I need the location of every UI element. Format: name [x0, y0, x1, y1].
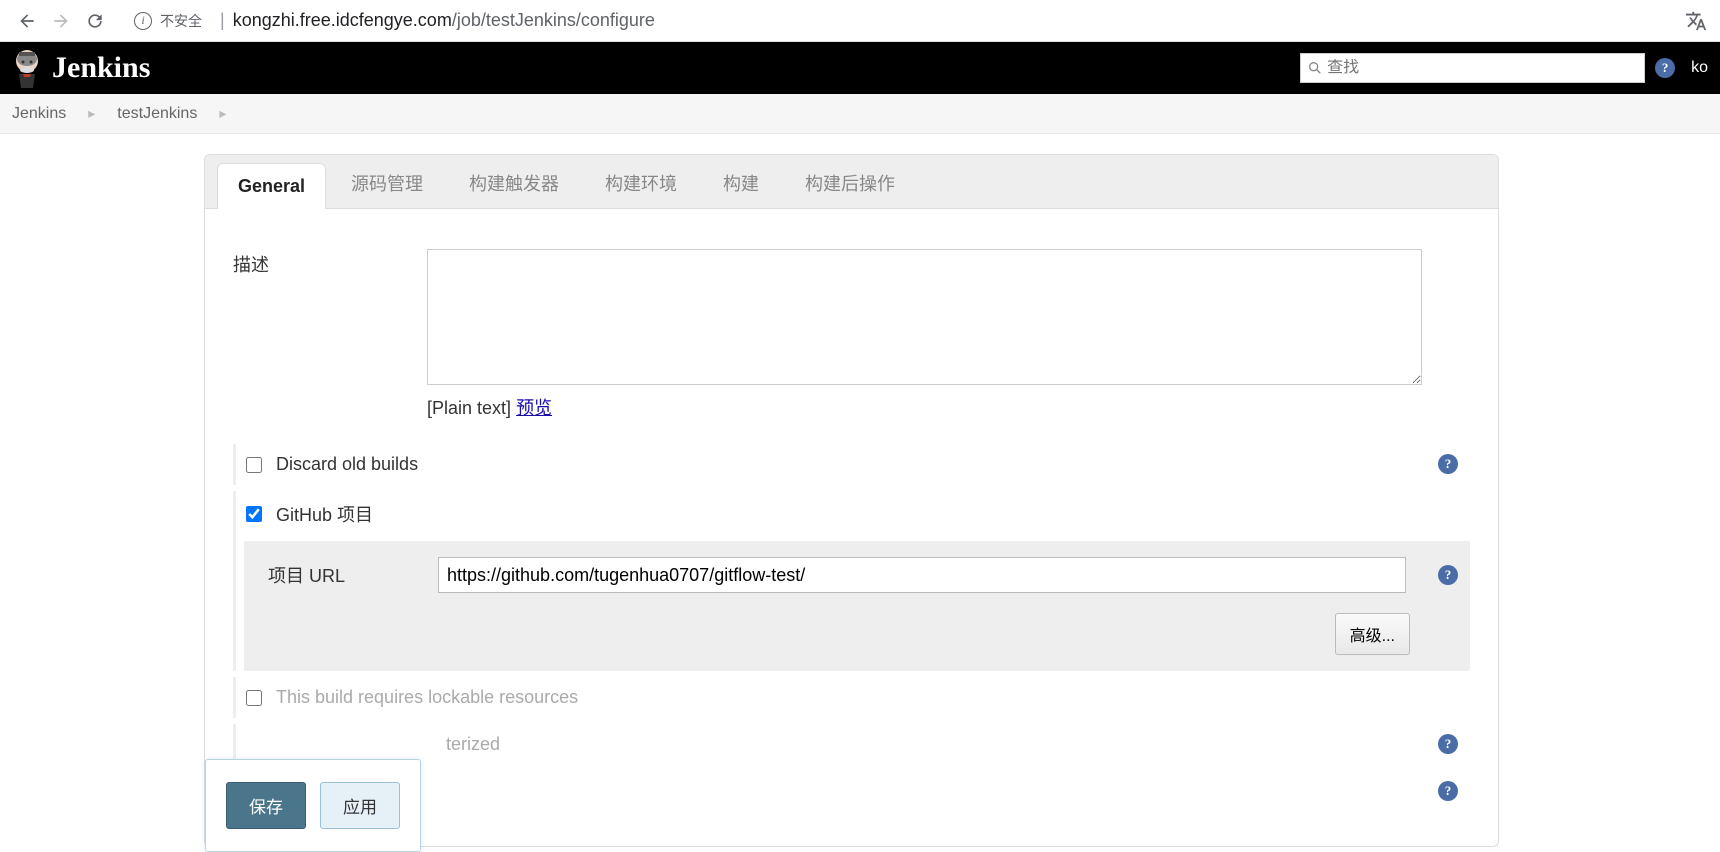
url-text: kongzhi.free.idcfengye.com/job/testJenki… — [233, 10, 655, 31]
help-icon[interactable]: ? — [1438, 734, 1458, 754]
tab-scm[interactable]: 源码管理 — [330, 157, 444, 208]
tab-triggers[interactable]: 构建触发器 — [448, 157, 580, 208]
info-icon: i — [134, 12, 152, 30]
search-icon — [1307, 60, 1323, 76]
forward-button[interactable] — [44, 4, 78, 38]
help-icon[interactable]: ? — [1655, 58, 1675, 78]
github-project-label: GitHub 项目 — [276, 501, 373, 527]
advanced-button[interactable]: 高级... — [1335, 613, 1410, 655]
help-icon[interactable]: ? — [1438, 781, 1458, 801]
apply-button[interactable]: 应用 — [320, 782, 400, 829]
breadcrumb-item-job[interactable]: testJenkins — [117, 105, 197, 123]
browser-toolbar: i 不安全 | kongzhi.free.idcfengye.com/job/t… — [0, 0, 1720, 42]
discard-old-builds-checkbox[interactable] — [246, 457, 262, 473]
tab-build-env[interactable]: 构建环境 — [584, 157, 698, 208]
insecure-label: 不安全 — [160, 11, 202, 31]
help-icon[interactable]: ? — [1438, 454, 1458, 474]
user-name[interactable]: ko — [1691, 59, 1708, 77]
lockable-resources-label: This build requires lockable resources — [276, 687, 578, 708]
description-textarea[interactable] — [427, 249, 1422, 385]
lockable-resources-checkbox[interactable] — [246, 690, 262, 706]
address-bar[interactable]: i 不安全 | kongzhi.free.idcfengye.com/job/t… — [122, 6, 1682, 36]
help-icon[interactable]: ? — [1438, 565, 1458, 585]
parameterized-label-fragment: terized — [446, 734, 500, 755]
tab-general[interactable]: General — [217, 163, 326, 209]
chevron-right-icon: ▸ — [219, 105, 226, 122]
config-panel: General 源码管理 构建触发器 构建环境 构建 构建后操作 描述 [Pla… — [204, 154, 1499, 847]
tab-post-build[interactable]: 构建后操作 — [784, 157, 916, 208]
floating-actions: 保存 应用 — [205, 759, 421, 852]
back-button[interactable] — [10, 4, 44, 38]
search-input[interactable] — [1327, 59, 1638, 77]
jenkins-header: Jenkins ? ko — [0, 42, 1720, 94]
logo-link[interactable]: Jenkins — [0, 42, 150, 94]
breadcrumb: Jenkins ▸ testJenkins ▸ — [0, 94, 1720, 134]
tab-build[interactable]: 构建 — [702, 157, 780, 208]
tab-row: General 源码管理 构建触发器 构建环境 构建 构建后操作 — [205, 155, 1498, 209]
plain-text-label: [Plain text] — [427, 398, 511, 418]
breadcrumb-item-jenkins[interactable]: Jenkins — [12, 105, 66, 123]
description-label: 描述 — [233, 249, 427, 420]
discard-old-builds-label: Discard old builds — [276, 454, 418, 475]
translate-icon[interactable] — [1682, 7, 1710, 35]
chevron-right-icon: ▸ — [88, 105, 95, 122]
jenkins-butler-icon — [0, 42, 54, 94]
github-project-checkbox[interactable] — [246, 506, 262, 522]
project-url-input[interactable] — [438, 557, 1406, 593]
reload-button[interactable] — [78, 4, 112, 38]
jenkins-title: Jenkins — [52, 51, 150, 85]
address-separator: | — [220, 10, 225, 31]
save-button[interactable]: 保存 — [226, 782, 306, 829]
project-url-label: 项目 URL — [268, 562, 438, 588]
search-box[interactable] — [1300, 53, 1645, 83]
preview-link[interactable]: 预览 — [516, 398, 552, 418]
site-info[interactable]: i 不安全 — [134, 11, 202, 31]
